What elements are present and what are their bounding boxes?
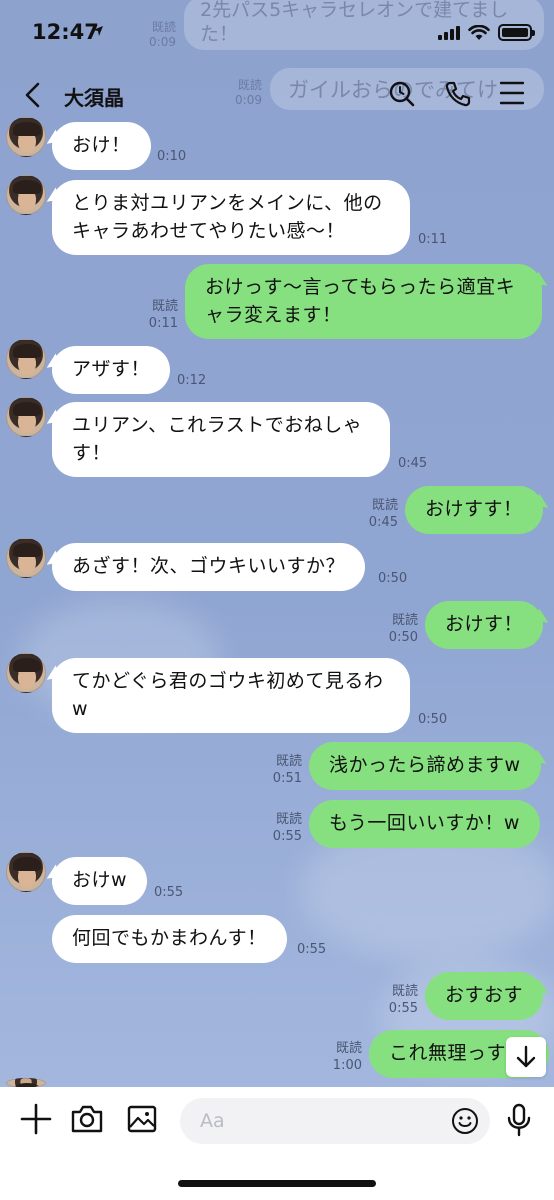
home-indicator[interactable] [178,1180,376,1187]
chat-title: 大須晶 [64,86,124,110]
wifi-icon [468,24,490,40]
read-receipt: 既読 [275,812,302,827]
message-bubble-in[interactable]: おけw [52,857,148,905]
read-receipt: 既読 [391,984,418,999]
cellular-signal-icon [438,25,460,40]
message-time: 0:45 [368,514,398,530]
message-read-meta: 既読 0:11 [140,299,178,333]
message-text: おけすす！ [425,498,523,520]
message-time: 0:50 [388,629,418,645]
emoji-icon[interactable] [451,1107,479,1135]
message-bubble-out[interactable]: おすおす [425,972,544,1020]
message-bubble-out[interactable]: 浅かったら諦めますw [309,742,541,790]
avatar[interactable] [6,653,46,693]
scroll-to-bottom-button[interactable] [506,1037,546,1077]
avatar[interactable] [6,397,46,437]
avatar[interactable] [6,852,46,892]
message-text: おけ！ [72,134,131,156]
message-bubble-in[interactable]: アザす！ [52,346,171,394]
message-text: これ無理っす [389,1042,507,1064]
read-receipt: 既読 [151,299,178,314]
message-time: 0:50 [378,571,408,586]
message-input[interactable] [180,1098,490,1144]
search-icon[interactable] [388,80,416,108]
plus-icon[interactable] [20,1103,52,1135]
back-chevron-icon[interactable] [24,82,42,108]
image-icon[interactable] [126,1103,158,1135]
message-bubble-in[interactable]: とりま対ユリアンをメインに、他のキャラあわせてやりたい感〜！ [52,180,410,256]
message-read-meta: 既読 0:51 [264,754,302,788]
read-receipt: 既読 [391,613,418,628]
message-text: とりま対ユリアンをメインに、他のキャラあわせてやりたい感〜！ [72,192,383,242]
read-receipt: 既読 [371,498,398,513]
message-text: おけす！ [445,613,524,635]
message-read-meta: 既読 0:45 [360,498,398,532]
message-read-meta: 既読 0:50 [380,613,418,647]
message-text: あざす！次、ゴウキいいすか？ [72,555,346,577]
microphone-icon[interactable] [506,1103,532,1137]
message-time: 0:51 [272,770,302,786]
message-read-meta: 既読 0:55 [380,984,418,1018]
message-time: 0:11 [418,232,448,247]
message-text: 浅かったら諦めますw [329,754,521,776]
message-bubble-out[interactable]: おけっす〜言ってもらったら適宜キャラ変えます！ [185,264,542,340]
message-time: 0:55 [297,942,327,957]
read-receipt: 既読 [275,754,302,769]
message-time: 0:45 [398,456,428,471]
message-bubble-in[interactable]: 何回でもかまわんす！ [52,915,287,963]
message-read-meta: 既読 1:00 [324,1041,362,1075]
battery-icon [498,24,535,41]
arrow-down-icon [516,1045,536,1068]
avatar[interactable] [6,339,46,379]
message-text: おけw [72,869,128,891]
message-bubble-in[interactable]: あざす！次、ゴウキいいすか？ [52,543,366,591]
phone-icon[interactable] [444,80,472,108]
read-receipt: 既読 [335,1041,362,1056]
avatar[interactable] [6,117,46,157]
message-time: 0:11 [148,315,178,331]
message-time: 0:10 [157,149,187,164]
message-bubble-out[interactable]: もう一回いいすか！w [309,800,540,848]
status-bar: 12:47 [0,0,554,64]
message-time: 0:55 [154,885,184,900]
message-text: 何回でもかまわんす！ [72,927,267,949]
status-icons [438,24,535,41]
message-time: 0:12 [177,373,207,388]
message-time: 0:50 [418,712,448,727]
message-text: もう一回いいすか！w [329,812,520,834]
message-read-meta: 既読 0:55 [264,812,302,846]
menu-icon[interactable] [500,80,524,106]
message-bubble-out[interactable]: おけすす！ [405,486,543,534]
location-arrow-icon [93,26,103,36]
message-text: ユリアン、これラストでおねしゃす！ [72,414,363,464]
message-text: アザす！ [72,358,151,380]
avatar[interactable] [6,175,46,215]
chat-header: 大須晶 [0,64,554,122]
message-bubble-in[interactable]: おけ！ [52,122,151,170]
message-bubble-in[interactable]: ユリアン、これラストでおねしゃす！ [52,402,390,478]
avatar[interactable] [6,538,46,578]
message-text: おけっす〜言ってもらったら適宜キャラ変えます！ [205,276,516,326]
message-text: てかどぐら君のゴウキ初めて見るわw [72,670,384,720]
message-time: 0:55 [272,828,302,844]
message-time: 1:00 [332,1057,362,1073]
status-time: 12:47 [32,20,99,44]
message-time: 0:55 [388,1000,418,1016]
message-text: おすおす [445,984,524,1006]
camera-icon[interactable] [70,1103,104,1135]
message-bubble-out[interactable]: おけす！ [425,601,544,649]
message-bubble-in[interactable]: てかどぐら君のゴウキ初めて見るわw [52,658,410,734]
